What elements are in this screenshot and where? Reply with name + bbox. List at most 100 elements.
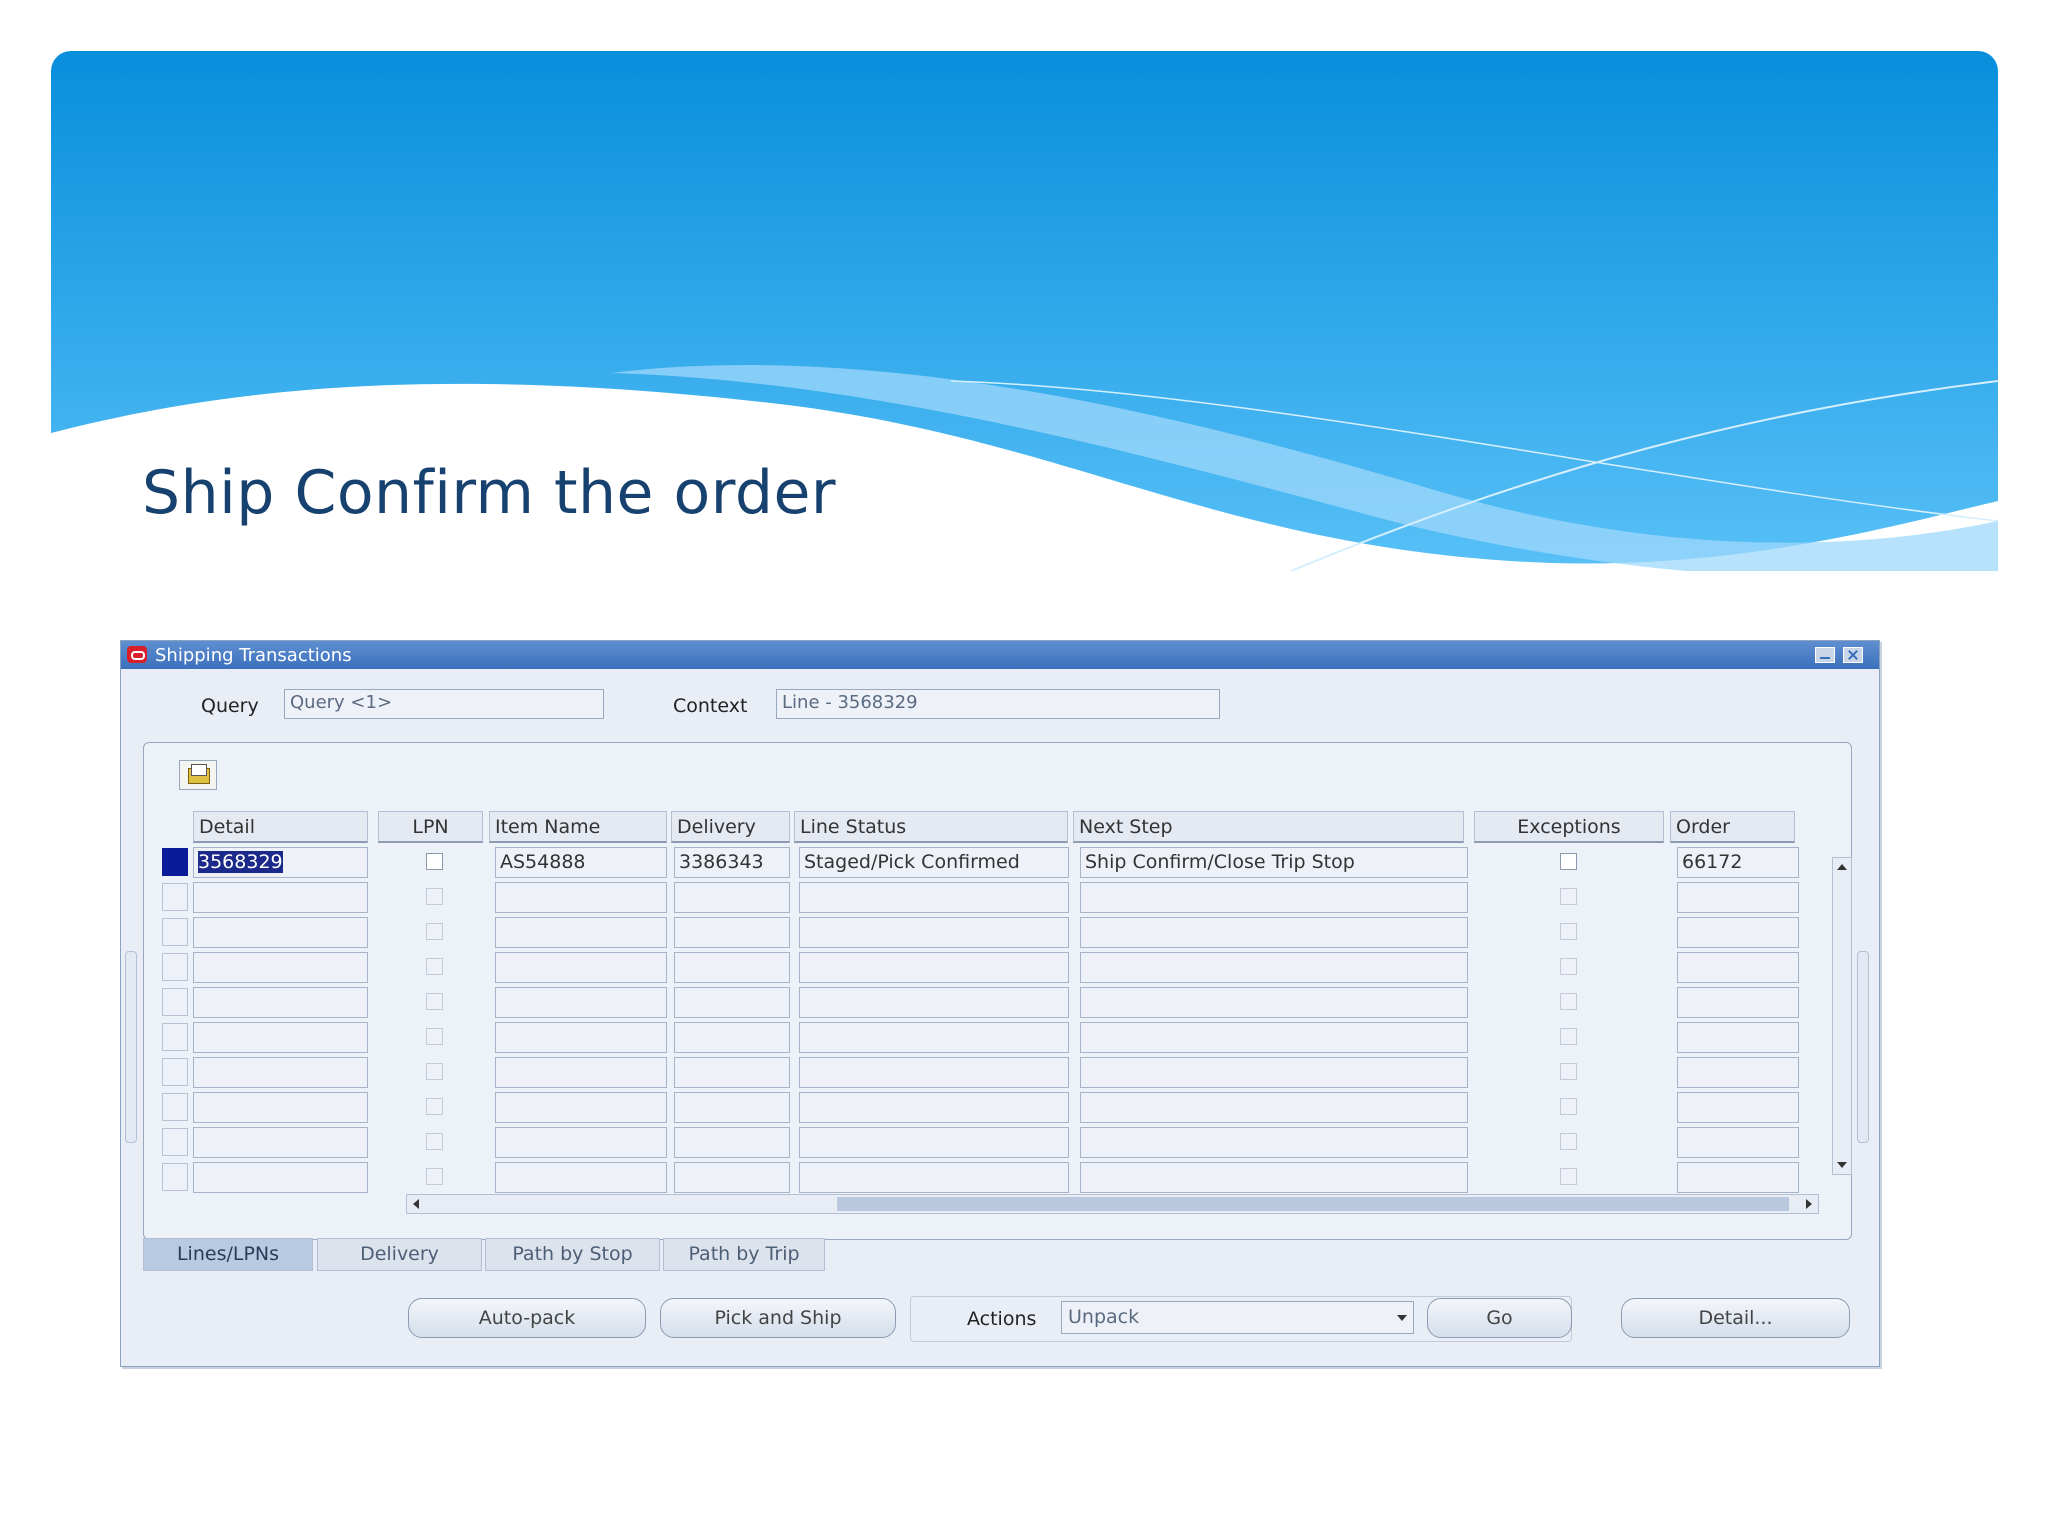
order-cell[interactable] xyxy=(1677,1022,1799,1053)
lpn-checkbox[interactable] xyxy=(426,1063,443,1080)
detail-button[interactable]: Detail... xyxy=(1621,1298,1850,1338)
pick-and-ship-button[interactable]: Pick and Ship xyxy=(660,1298,896,1338)
detail-cell[interactable] xyxy=(193,917,368,948)
right-scroll-handle[interactable] xyxy=(1857,951,1869,1143)
order-cell[interactable] xyxy=(1677,952,1799,983)
scroll-down-icon[interactable] xyxy=(1837,1162,1847,1168)
tab-delivery[interactable]: Delivery xyxy=(317,1238,482,1271)
close-icon[interactable] xyxy=(1843,647,1863,663)
item-name-cell[interactable]: AS54888 xyxy=(495,847,667,878)
lpn-checkbox[interactable] xyxy=(426,1098,443,1115)
next-step-cell[interactable] xyxy=(1080,1057,1468,1088)
scroll-right-icon[interactable] xyxy=(1806,1199,1812,1209)
line-status-cell[interactable] xyxy=(799,1127,1069,1158)
detail-cell[interactable] xyxy=(193,1092,368,1123)
go-button[interactable]: Go xyxy=(1427,1298,1572,1338)
horizontal-scrollbar[interactable] xyxy=(406,1194,1819,1214)
line-status-cell[interactable] xyxy=(799,917,1069,948)
row-selector[interactable] xyxy=(162,1058,188,1086)
item-name-cell[interactable] xyxy=(495,1162,667,1193)
delivery-cell[interactable] xyxy=(674,1057,790,1088)
auto-pack-button[interactable]: Auto-pack xyxy=(408,1298,646,1338)
row-selector[interactable] xyxy=(162,1023,188,1051)
exceptions-checkbox[interactable] xyxy=(1560,1063,1577,1080)
exceptions-checkbox[interactable] xyxy=(1560,1168,1577,1185)
next-step-cell[interactable] xyxy=(1080,1162,1468,1193)
exceptions-checkbox[interactable] xyxy=(1560,958,1577,975)
tab-lines-lpns[interactable]: Lines/LPNs xyxy=(143,1238,313,1271)
lpn-checkbox[interactable] xyxy=(426,923,443,940)
delivery-cell[interactable] xyxy=(674,1092,790,1123)
delivery-cell[interactable] xyxy=(674,952,790,983)
line-status-cell[interactable] xyxy=(799,882,1069,913)
next-step-cell[interactable] xyxy=(1080,1127,1468,1158)
item-name-cell[interactable] xyxy=(495,917,667,948)
next-step-cell[interactable] xyxy=(1080,1092,1468,1123)
detail-cell[interactable] xyxy=(193,882,368,913)
exceptions-checkbox[interactable] xyxy=(1560,853,1577,870)
line-status-cell[interactable] xyxy=(799,987,1069,1018)
order-cell[interactable] xyxy=(1677,1092,1799,1123)
scroll-left-icon[interactable] xyxy=(413,1199,419,1209)
folder-icon[interactable] xyxy=(179,760,217,790)
line-status-cell[interactable] xyxy=(799,952,1069,983)
delivery-cell[interactable] xyxy=(674,987,790,1018)
actions-select[interactable]: Unpack xyxy=(1061,1301,1414,1334)
row-selector[interactable] xyxy=(162,1163,188,1191)
detail-cell[interactable] xyxy=(193,1057,368,1088)
tab-path-by-stop[interactable]: Path by Stop xyxy=(485,1238,660,1271)
detail-cell[interactable]: 3568329 xyxy=(193,847,368,878)
row-selector[interactable] xyxy=(162,1128,188,1156)
delivery-cell[interactable] xyxy=(674,917,790,948)
lpn-checkbox[interactable] xyxy=(426,1133,443,1150)
row-selector[interactable] xyxy=(162,918,188,946)
exceptions-checkbox[interactable] xyxy=(1560,1133,1577,1150)
row-selector-active[interactable] xyxy=(162,848,188,876)
item-name-cell[interactable] xyxy=(495,1092,667,1123)
order-cell[interactable] xyxy=(1677,987,1799,1018)
context-field[interactable]: Line - 3568329 xyxy=(776,689,1220,719)
detail-cell[interactable] xyxy=(193,1022,368,1053)
left-scroll-handle[interactable] xyxy=(125,951,137,1143)
item-name-cell[interactable] xyxy=(495,1022,667,1053)
tab-path-by-trip[interactable]: Path by Trip xyxy=(663,1238,825,1271)
delivery-cell[interactable] xyxy=(674,1162,790,1193)
delivery-cell[interactable] xyxy=(674,882,790,913)
line-status-cell[interactable] xyxy=(799,1092,1069,1123)
row-selector[interactable] xyxy=(162,988,188,1016)
lpn-checkbox[interactable] xyxy=(426,1028,443,1045)
vertical-scrollbar[interactable] xyxy=(1832,857,1852,1175)
detail-cell[interactable] xyxy=(193,1162,368,1193)
item-name-cell[interactable] xyxy=(495,987,667,1018)
delivery-cell[interactable] xyxy=(674,1127,790,1158)
delivery-cell[interactable] xyxy=(674,1022,790,1053)
item-name-cell[interactable] xyxy=(495,1057,667,1088)
order-cell[interactable] xyxy=(1677,882,1799,913)
line-status-cell[interactable] xyxy=(799,1162,1069,1193)
exceptions-checkbox[interactable] xyxy=(1560,993,1577,1010)
item-name-cell[interactable] xyxy=(495,952,667,983)
next-step-cell[interactable] xyxy=(1080,987,1468,1018)
order-cell[interactable] xyxy=(1677,1162,1799,1193)
line-status-cell[interactable]: Staged/Pick Confirmed xyxy=(799,847,1069,878)
row-selector[interactable] xyxy=(162,1093,188,1121)
row-selector[interactable] xyxy=(162,883,188,911)
item-name-cell[interactable] xyxy=(495,882,667,913)
exceptions-checkbox[interactable] xyxy=(1560,923,1577,940)
order-cell[interactable] xyxy=(1677,917,1799,948)
lpn-checkbox[interactable] xyxy=(426,958,443,975)
next-step-cell[interactable]: Ship Confirm/Close Trip Stop xyxy=(1080,847,1468,878)
order-cell[interactable]: 66172 xyxy=(1677,847,1799,878)
item-name-cell[interactable] xyxy=(495,1127,667,1158)
line-status-cell[interactable] xyxy=(799,1022,1069,1053)
order-cell[interactable] xyxy=(1677,1127,1799,1158)
line-status-cell[interactable] xyxy=(799,1057,1069,1088)
lpn-checkbox[interactable] xyxy=(426,1168,443,1185)
query-field[interactable]: Query <1> xyxy=(284,689,604,719)
minimize-icon[interactable] xyxy=(1815,647,1835,663)
next-step-cell[interactable] xyxy=(1080,1022,1468,1053)
lpn-checkbox[interactable] xyxy=(426,993,443,1010)
exceptions-checkbox[interactable] xyxy=(1560,888,1577,905)
detail-cell[interactable] xyxy=(193,987,368,1018)
next-step-cell[interactable] xyxy=(1080,917,1468,948)
